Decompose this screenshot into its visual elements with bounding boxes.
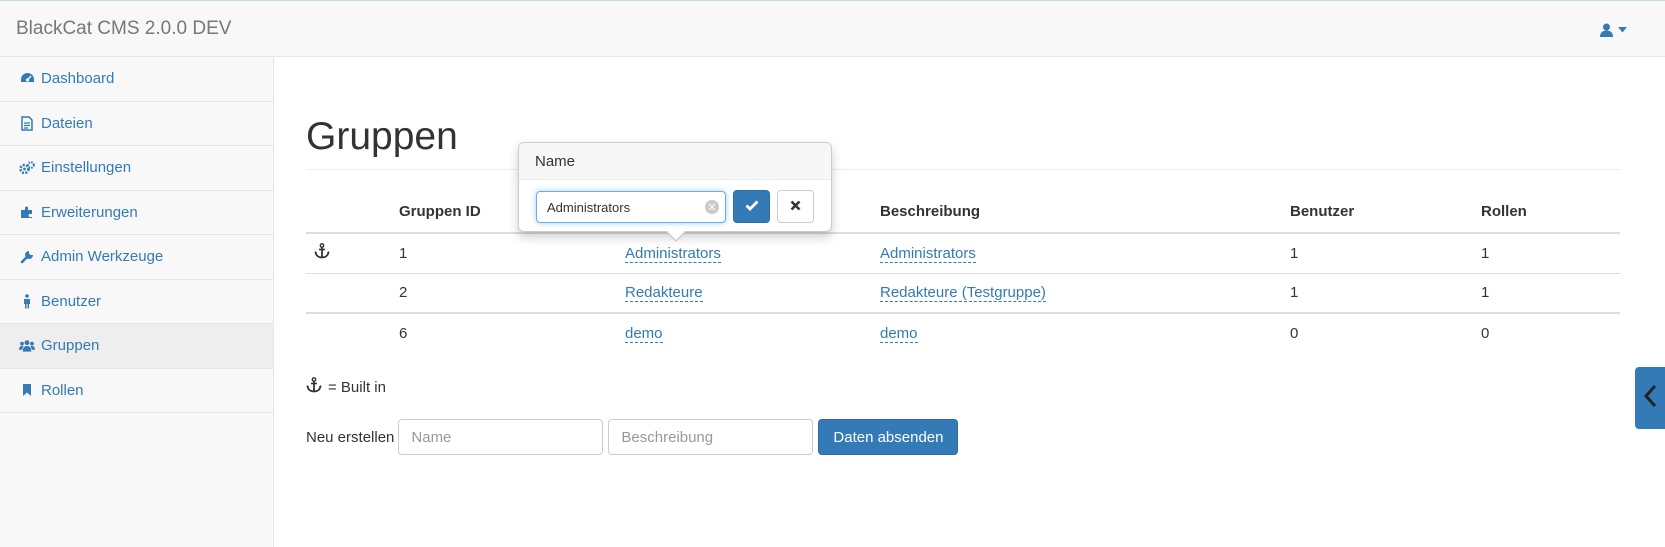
popover-body: ✕ bbox=[519, 180, 831, 232]
group-description-cell: demo bbox=[872, 313, 1282, 353]
sidebar-item-label: Benutzer bbox=[41, 292, 102, 310]
file-icon bbox=[19, 115, 35, 131]
sidebar-item-label: Rollen bbox=[41, 381, 84, 399]
sidebar-item-admin-werkzeuge[interactable]: Admin Werkzeuge bbox=[0, 235, 273, 280]
builtin-legend: = Built in bbox=[306, 377, 386, 397]
group-description-cell: Redakteure (Testgruppe) bbox=[872, 272, 1282, 314]
group-name-link[interactable]: Redakteure bbox=[625, 284, 703, 303]
builtin-cell bbox=[306, 272, 391, 314]
puzzle-icon bbox=[19, 204, 35, 220]
group-description-link[interactable]: demo bbox=[880, 325, 918, 343]
page-title: Gruppen bbox=[306, 115, 458, 158]
group-name-cell: Administrators bbox=[617, 232, 872, 273]
create-group-form: Neu erstellen Daten absenden bbox=[306, 419, 959, 455]
group-roles-cell: 1 bbox=[1473, 232, 1620, 273]
column-header-users: Benutzer bbox=[1282, 191, 1473, 234]
sidebar-item-einstellungen[interactable]: Einstellungen bbox=[0, 146, 273, 191]
sidebar-item-dashboard[interactable]: Dashboard bbox=[0, 57, 273, 102]
create-label: Neu erstellen bbox=[306, 428, 395, 446]
column-header-builtin bbox=[306, 191, 391, 234]
builtin-cell bbox=[306, 313, 391, 353]
dashboard-icon bbox=[19, 71, 35, 87]
legend-text: = Built in bbox=[328, 378, 386, 396]
users-icon bbox=[19, 338, 35, 354]
popover-arrow bbox=[665, 230, 687, 242]
caret-down-icon bbox=[1618, 27, 1627, 33]
sidebar-item-label: Einstellungen bbox=[41, 159, 132, 177]
new-group-name-input[interactable] bbox=[398, 419, 604, 455]
sidebar-item-label: Dateien bbox=[41, 114, 93, 132]
cancel-edit-button[interactable] bbox=[777, 190, 814, 223]
group-id-cell: 1 bbox=[391, 232, 617, 273]
user-menu-button[interactable] bbox=[1600, 21, 1634, 39]
panel-toggle-button[interactable] bbox=[1635, 367, 1665, 429]
close-icon bbox=[790, 198, 801, 215]
group-roles-cell: 1 bbox=[1473, 272, 1620, 314]
table-row: 2 Redakteure Redakteure (Testgruppe) 1 1 bbox=[306, 272, 1620, 314]
sidebar-item-rollen[interactable]: Rollen bbox=[0, 369, 273, 413]
table-row: 6 demo demo 0 0 bbox=[306, 313, 1620, 353]
edit-name-input[interactable] bbox=[536, 191, 726, 223]
sidebar-item-label: Gruppen bbox=[41, 337, 100, 355]
group-name-link[interactable]: demo bbox=[625, 325, 663, 343]
group-users-cell: 0 bbox=[1290, 325, 1299, 342]
group-id-cell: 6 bbox=[399, 325, 408, 342]
group-description-link[interactable]: Administrators bbox=[880, 244, 976, 263]
edit-name-popover: Name ✕ bbox=[518, 142, 832, 242]
new-group-description-input[interactable] bbox=[608, 419, 814, 455]
sidebar-item-label: Dashboard bbox=[41, 70, 115, 88]
sidebar-item-dateien[interactable]: Dateien bbox=[0, 102, 273, 146]
group-description-cell: Administrators bbox=[872, 232, 1282, 273]
gears-icon bbox=[19, 160, 35, 176]
table-header-row: Gruppen ID Name Beschreibung Benutzer Ro… bbox=[306, 191, 1620, 234]
anchor-icon bbox=[314, 243, 330, 263]
group-name-link[interactable]: Administrators bbox=[625, 244, 721, 263]
bookmark-icon bbox=[19, 382, 35, 398]
table-row: 1 Administrators Administrators 1 1 bbox=[306, 232, 1620, 273]
male-icon bbox=[19, 293, 35, 309]
submit-button[interactable]: Daten absenden bbox=[818, 419, 959, 455]
column-header-description: Beschreibung bbox=[872, 191, 1282, 234]
sidebar: Dashboard Dateien Einstellungen Erweiter… bbox=[0, 57, 274, 547]
popover-title: Name bbox=[519, 143, 831, 180]
groups-table: Gruppen ID Name Beschreibung Benutzer Ro… bbox=[306, 191, 1620, 353]
wrench-icon bbox=[19, 249, 35, 265]
group-description-link[interactable]: Redakteure (Testgruppe) bbox=[880, 284, 1046, 303]
sidebar-item-erweiterungen[interactable]: Erweiterungen bbox=[0, 191, 273, 235]
app-title[interactable]: BlackCat CMS 2.0.0 DEV bbox=[16, 18, 231, 40]
group-roles-cell: 0 bbox=[1481, 325, 1490, 342]
column-header-roles: Rollen bbox=[1473, 191, 1620, 234]
confirm-edit-button[interactable] bbox=[733, 190, 770, 223]
sidebar-item-label: Erweiterungen bbox=[41, 203, 138, 221]
sidebar-item-benutzer[interactable]: Benutzer bbox=[0, 280, 273, 324]
check-icon bbox=[745, 198, 759, 215]
top-navbar: BlackCat CMS 2.0.0 DEV bbox=[0, 0, 1665, 57]
sidebar-item-label: Admin Werkzeuge bbox=[41, 248, 164, 266]
clear-input-icon[interactable]: ✕ bbox=[705, 200, 719, 214]
sidebar-item-gruppen[interactable]: Gruppen bbox=[0, 324, 273, 369]
anchor-icon bbox=[306, 377, 322, 397]
title-divider bbox=[306, 169, 1620, 170]
group-name-cell: demo bbox=[617, 313, 872, 353]
group-users-cell: 1 bbox=[1282, 272, 1473, 314]
builtin-cell bbox=[306, 232, 391, 273]
group-id-cell: 2 bbox=[391, 272, 617, 314]
group-name-cell: Redakteure bbox=[617, 272, 872, 314]
group-users-cell: 1 bbox=[1282, 232, 1473, 273]
chevron-left-icon bbox=[1643, 384, 1657, 412]
user-icon bbox=[1600, 23, 1613, 37]
